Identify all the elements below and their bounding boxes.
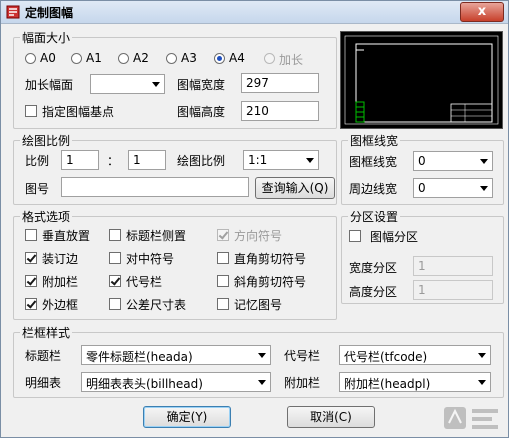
size-radio-1[interactable] [71, 53, 82, 64]
query-input-button[interactable]: 查询输入(Q) [255, 177, 335, 199]
frame-width-label: 图框线宽 [349, 155, 398, 169]
border-width-select[interactable]: 0 [413, 178, 493, 198]
format-checkbox-11[interactable] [217, 298, 229, 310]
style-group-legend: 栏框样式 [22, 326, 71, 340]
size-radio-label: 加长 [279, 53, 304, 67]
code-block-select[interactable]: 代号栏(tfcode) [339, 345, 491, 365]
drawing-no-input[interactable] [61, 177, 249, 197]
zone-height-label: 高度分区 [349, 285, 398, 299]
size-radio-label: A3 [181, 51, 197, 65]
ok-button[interactable]: 确定(Y) [143, 406, 231, 428]
width-label: 图幅宽度 [177, 78, 226, 92]
size-radio-label: A0 [40, 51, 56, 65]
format-option-label: 标题栏侧置 [126, 229, 187, 243]
format-option-label: 垂直放置 [42, 229, 91, 243]
width-input[interactable]: 297 [241, 73, 319, 93]
format-checkbox-4[interactable] [109, 252, 121, 264]
app-icon [6, 5, 20, 19]
format-option-label: 代号栏 [126, 275, 163, 289]
chevron-down-icon [478, 380, 486, 385]
format-checkbox-5[interactable] [217, 252, 229, 264]
ratio-left-input[interactable]: 1 [61, 150, 99, 170]
format-option-label: 附加栏 [42, 275, 79, 289]
format-checkbox-9[interactable] [25, 298, 37, 310]
height-input[interactable]: 210 [241, 101, 319, 121]
format-group-legend: 格式选项 [22, 210, 71, 224]
format-option-label: 方向符号 [234, 229, 283, 243]
cancel-button[interactable]: 取消(C) [287, 406, 375, 428]
frame-preview [340, 31, 503, 129]
format-option-label: 直角剪切符号 [234, 252, 307, 266]
size-group-legend: 幅面大小 [22, 31, 71, 45]
drawing-no-label: 图号 [25, 182, 50, 196]
basepoint-label: 指定图幅基点 [42, 105, 115, 119]
format-checkbox-1[interactable] [109, 229, 121, 241]
ratio-right-input[interactable]: 1 [128, 150, 166, 170]
frame-width-legend: 图框线宽 [350, 134, 399, 148]
extended-size-select[interactable] [90, 74, 165, 94]
scale-group-legend: 绘图比例 [22, 134, 71, 148]
title-block-select[interactable]: 零件标题栏(heada) [81, 345, 271, 365]
chevron-down-icon [480, 186, 488, 191]
chevron-down-icon [258, 353, 266, 358]
extended-size-label: 加长幅面 [25, 78, 74, 92]
chevron-down-icon [258, 380, 266, 385]
zone-label: 图幅分区 [370, 230, 419, 244]
chevron-down-icon [152, 82, 160, 87]
chevron-down-icon [306, 158, 314, 163]
window-title: 定制图幅 [25, 6, 74, 20]
size-radio-label: A1 [86, 51, 102, 65]
format-checkbox-8[interactable] [217, 275, 229, 287]
size-radio-0[interactable] [25, 53, 36, 64]
close-button[interactable]: x [460, 2, 504, 22]
size-radio-label: A2 [133, 51, 149, 65]
zone-checkbox[interactable] [349, 230, 361, 242]
format-option-label: 公差尺寸表 [126, 298, 187, 312]
format-option-label: 对中符号 [126, 252, 175, 266]
format-option-label: 外边框 [42, 298, 79, 312]
format-checkbox-6[interactable] [25, 275, 37, 287]
title-bar: 定制图幅 x [1, 1, 508, 24]
ratio-label: 比例 [25, 154, 50, 168]
detail-table-label: 明细表 [25, 376, 62, 390]
basepoint-checkbox[interactable] [25, 105, 37, 117]
height-label: 图幅高度 [177, 105, 226, 119]
title-block-label: 标题栏 [25, 349, 62, 363]
format-checkbox-10[interactable] [109, 298, 121, 310]
format-checkbox-7[interactable] [109, 275, 121, 287]
zone-height-input[interactable]: 1 [413, 280, 493, 300]
size-radio-5[interactable] [264, 53, 275, 64]
size-radio-3[interactable] [166, 53, 177, 64]
format-checkbox-3[interactable] [25, 252, 37, 264]
chevron-down-icon [478, 353, 486, 358]
format-option-label: 装订边 [42, 252, 79, 266]
frame-width-select[interactable]: 0 [413, 151, 493, 171]
border-width-label: 周边线宽 [349, 182, 398, 196]
chevron-down-icon [480, 159, 488, 164]
size-radio-2[interactable] [118, 53, 129, 64]
frame-preview-drawing [344, 35, 499, 125]
detail-table-select[interactable]: 明细表表头(billhead) [81, 372, 271, 392]
zone-group-legend: 分区设置 [350, 210, 399, 224]
code-block-label: 代号栏 [284, 349, 321, 363]
logo-icon [444, 407, 498, 429]
zone-width-input[interactable]: 1 [413, 256, 493, 276]
extra-block-label: 附加栏 [284, 376, 321, 390]
format-option-label: 记忆图号 [234, 298, 283, 312]
drawing-scale-select[interactable]: 1:1 [243, 150, 319, 170]
format-checkbox-0[interactable] [25, 229, 37, 241]
drawing-scale-label: 绘图比例 [177, 154, 226, 168]
format-option-label: 斜角剪切符号 [234, 275, 307, 289]
format-checkbox-2[interactable] [217, 229, 229, 241]
dialog-window: 定制图幅 x 幅面大小 A0 A1 A2 A3 A4 加长 加长幅面 图幅宽度 297 指… [0, 0, 509, 438]
ratio-colon: ： [107, 154, 120, 168]
size-radio-4[interactable] [214, 53, 225, 64]
size-radio-label: A4 [229, 51, 245, 65]
zone-width-label: 宽度分区 [349, 261, 398, 275]
extra-block-select[interactable]: 附加栏(headpl) [339, 372, 491, 392]
